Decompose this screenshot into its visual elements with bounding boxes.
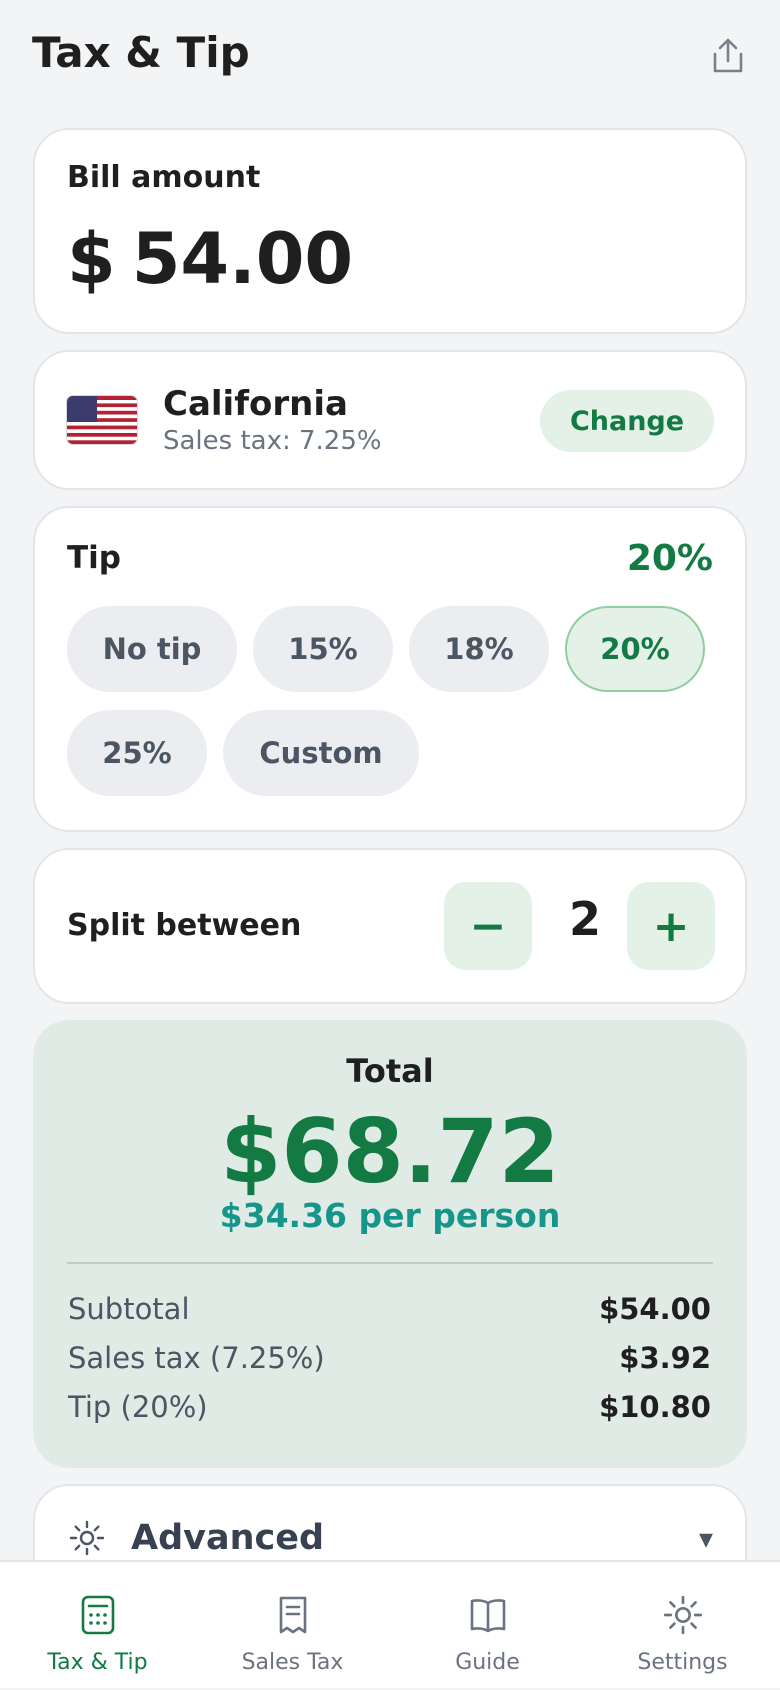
advanced-label: Advanced: [131, 1518, 325, 1558]
subtotal-label: Subtotal: [68, 1292, 190, 1326]
page-title: Tax & Tip: [32, 28, 250, 77]
nav-guide[interactable]: Guide: [390, 1562, 585, 1690]
tip-option-20[interactable]: 20%: [565, 606, 705, 692]
tip-amount-label: Tip (20%): [68, 1390, 208, 1424]
share-button[interactable]: [705, 33, 751, 79]
region-name: California: [163, 384, 348, 424]
receipt-icon: [279, 1596, 306, 1634]
share-icon: [713, 38, 743, 73]
calculator-icon: [81, 1595, 114, 1635]
split-label: Split between: [67, 908, 302, 943]
change-region-button[interactable]: Change: [540, 390, 714, 452]
us-flag-icon: [67, 396, 137, 444]
bill-amount-value: 54.00: [131, 218, 354, 300]
tip-label: Tip: [67, 540, 121, 576]
bill-amount-card: Bill amount $ 54.00: [33, 128, 747, 334]
bottom-navigation: Tax & Tip Sales Tax Guide Settings: [0, 1560, 780, 1688]
sales-tax-value: $3.92: [619, 1341, 711, 1375]
book-icon: [470, 1599, 505, 1633]
split-increment-button[interactable]: +: [627, 882, 715, 970]
tip-card: Tip 20% No tip 15% 18% 20% 25% Custom: [33, 506, 747, 832]
bill-amount-label: Bill amount: [67, 160, 261, 195]
per-person-amount: $34.36 per person: [219, 1196, 561, 1235]
tip-option-15[interactable]: 15%: [253, 606, 393, 692]
split-decrement-button[interactable]: −: [444, 882, 532, 970]
region-tax-rate: Sales tax: 7.25%: [163, 426, 382, 456]
nav-label: Guide: [455, 1650, 520, 1675]
bill-amount-input[interactable]: $ 54.00: [67, 218, 353, 300]
nav-settings[interactable]: Settings: [585, 1562, 780, 1690]
chevron-down-icon: ▾: [698, 1522, 713, 1555]
tip-option-no-tip[interactable]: No tip: [67, 606, 237, 692]
subtotal-value: $54.00: [599, 1292, 711, 1326]
nav-label: Sales Tax: [241, 1650, 344, 1675]
gear-icon: [69, 1520, 105, 1560]
sales-tax-label: Sales tax (7.25%): [68, 1341, 325, 1375]
app-header: Tax & Tip: [0, 0, 780, 110]
total-label: Total: [346, 1052, 434, 1090]
tip-option-custom[interactable]: Custom: [223, 710, 419, 796]
nav-label: Tax & Tip: [47, 1650, 148, 1675]
nav-sales-tax[interactable]: Sales Tax: [195, 1562, 390, 1690]
total-card: Total $68.72 $34.36 per person Subtotal …: [33, 1020, 747, 1468]
split-count: 2: [568, 892, 601, 946]
region-card: California Sales tax: 7.25% Change: [33, 350, 747, 490]
total-amount: $68.72: [220, 1100, 560, 1203]
nav-label: Settings: [637, 1650, 728, 1675]
tip-option-25[interactable]: 25%: [67, 710, 207, 796]
currency-symbol: $: [67, 218, 116, 300]
gear-icon: [663, 1595, 702, 1635]
split-card: Split between − 2 +: [33, 848, 747, 1004]
tip-option-18[interactable]: 18%: [409, 606, 549, 692]
nav-tax-tip[interactable]: Tax & Tip: [0, 1562, 195, 1690]
tip-amount-value: $10.80: [599, 1390, 711, 1424]
tip-current-value: 20%: [626, 538, 713, 579]
divider: [67, 1262, 713, 1264]
